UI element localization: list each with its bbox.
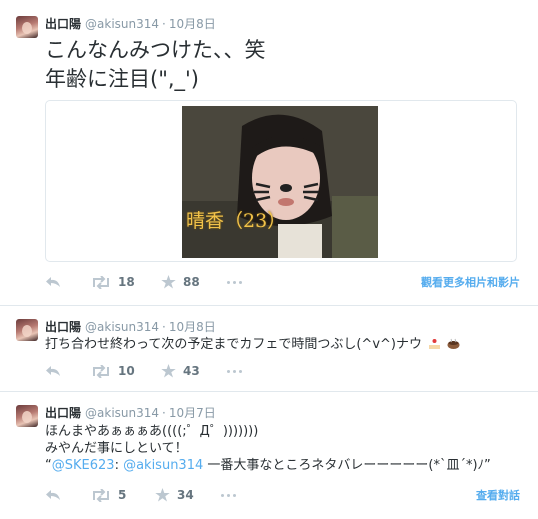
user-handle[interactable]: @akisun314	[85, 406, 159, 420]
ellipsis-icon	[221, 494, 236, 497]
favorite-button[interactable]: 34	[155, 488, 194, 502]
reply-button[interactable]	[45, 275, 61, 288]
reply-icon	[46, 277, 60, 287]
timestamp[interactable]: 10月8日	[169, 17, 216, 31]
tweet[interactable]: 出口陽 @akisun314 · 10月8日 打ち合わせ終わって次の予定までカフェで時…	[0, 306, 538, 392]
more-options-button[interactable]	[227, 281, 242, 284]
tweet-text-line: ほんまやあぁぁぁあ((((;゜Д゜)))))))	[45, 424, 259, 439]
favorite-count: 88	[183, 275, 200, 289]
retweet-icon	[93, 275, 109, 289]
quote-mark: “	[45, 458, 52, 473]
more-options-button[interactable]	[227, 370, 242, 373]
favorite-button[interactable]: 88	[161, 275, 200, 289]
retweet-icon	[93, 488, 109, 502]
timestamp[interactable]: 10月8日	[169, 320, 216, 334]
display-name[interactable]: 出口陽	[45, 320, 81, 334]
display-name[interactable]: 出口陽	[45, 17, 81, 31]
tweet-header: 出口陽 @akisun314 · 10月7日	[45, 404, 216, 421]
tweet-text-line: こんなんみつけた、、笑	[45, 38, 266, 62]
media-card[interactable]: 晴香（23）	[45, 100, 517, 262]
star-icon	[155, 488, 170, 502]
retweet-count: 5	[118, 488, 127, 502]
star-icon	[161, 275, 176, 289]
mention-link[interactable]: @SKE623	[52, 458, 115, 473]
colon: :	[114, 458, 124, 473]
photo-caption: 晴香（23）	[186, 210, 287, 232]
avatar[interactable]	[16, 405, 38, 427]
quote-text: 一番大事なところネタバレーーーーー(*`皿´*)ﾉ”	[203, 458, 491, 473]
reply-button[interactable]	[45, 364, 61, 377]
tweet-text-line: 年齢に注目(",_')	[45, 67, 199, 91]
avatar[interactable]	[16, 319, 38, 341]
quoted-text-line: “@SKE623: @akisun314 一番大事なところネタバレーーーーー(*…	[45, 457, 491, 474]
tweet-text-line: みやんだ事にしといて！	[45, 441, 188, 456]
retweet-button[interactable]: 18	[91, 275, 135, 289]
view-conversation-link[interactable]: 查看對話	[476, 487, 520, 503]
tweet[interactable]: 出口陽 @akisun314 · 10月7日 ほんまやあぁぁぁあ((((;゜Д゜)))…	[0, 392, 538, 519]
tweet-text: 打ち合わせ終わって次の予定までカフェで時間つぶし(^v^)ナウ	[45, 336, 460, 353]
ellipsis-icon	[227, 281, 242, 284]
timestamp[interactable]: 10月7日	[169, 406, 216, 420]
tweet-text-body: 打ち合わせ終わって次の予定までカフェで時間つぶし(^v^)ナウ	[45, 337, 422, 352]
separator: ·	[162, 406, 166, 420]
separator: ·	[162, 17, 166, 31]
tweet-header: 出口陽 @akisun314 · 10月8日	[45, 15, 216, 32]
view-more-media-link[interactable]: 觀看更多相片和影片	[421, 274, 520, 290]
more-options-button[interactable]	[221, 494, 236, 497]
separator: ·	[162, 320, 166, 334]
favorite-button[interactable]: 43	[161, 364, 200, 378]
user-handle[interactable]: @akisun314	[85, 17, 159, 31]
favorite-count: 34	[177, 488, 194, 502]
retweet-count: 18	[118, 275, 135, 289]
reply-button[interactable]	[45, 488, 61, 501]
favorite-count: 43	[183, 364, 200, 378]
media-photo[interactable]: 晴香（23）	[182, 106, 378, 258]
display-name[interactable]: 出口陽	[45, 406, 81, 420]
star-icon	[161, 364, 176, 378]
retweet-button[interactable]: 10	[91, 364, 135, 378]
coffee-emoji-icon	[447, 338, 460, 349]
retweet-count: 10	[118, 364, 135, 378]
tweet[interactable]: 出口陽 @akisun314 · 10月8日 こんなんみつけた、、笑 年齢に注目(",…	[0, 0, 538, 306]
avatar[interactable]	[16, 16, 38, 38]
reply-icon	[46, 490, 60, 500]
retweet-icon	[93, 364, 109, 378]
ellipsis-icon	[227, 370, 242, 373]
reply-icon	[46, 366, 60, 376]
mention-link[interactable]: @akisun314	[123, 458, 203, 473]
cake-emoji-icon	[429, 339, 441, 349]
tweet-text: こんなんみつけた、、笑 年齢に注目(",_')	[45, 36, 266, 94]
photo-illustration	[182, 106, 378, 258]
retweet-button[interactable]: 5	[91, 488, 126, 502]
tweet-text: ほんまやあぁぁぁあ((((;゜Д゜))))))) みやんだ事にしといて！ “@S…	[45, 423, 491, 474]
user-handle[interactable]: @akisun314	[85, 320, 159, 334]
tweet-header: 出口陽 @akisun314 · 10月8日	[45, 318, 216, 335]
